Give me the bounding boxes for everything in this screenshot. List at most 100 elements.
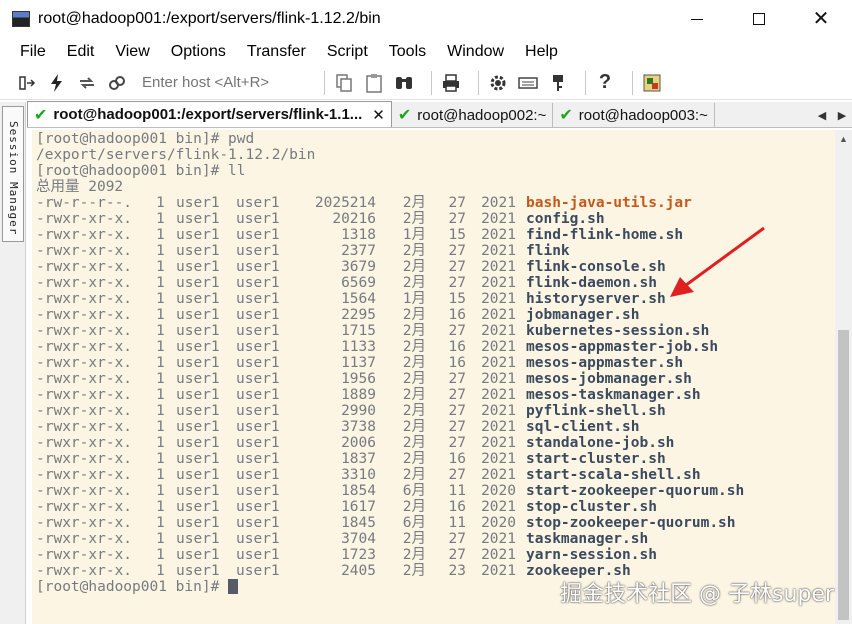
file-owner: user1 (176, 243, 220, 259)
scroll-thumb[interactable] (838, 330, 849, 620)
file-permissions: -rwxr-xr-x. (36, 259, 133, 275)
key-icon[interactable] (547, 72, 569, 94)
menu-edit[interactable]: Edit (67, 43, 95, 61)
tab-label: root@hadoop003:~ (578, 106, 708, 124)
file-group: user1 (236, 371, 280, 387)
file-permissions: -rwxr-xr-x. (36, 419, 133, 435)
file-day: 11 (448, 483, 466, 499)
menu-file[interactable]: File (20, 43, 46, 61)
copy-icon[interactable] (333, 72, 355, 94)
tab-close-icon[interactable]: ✕ (372, 106, 385, 124)
menu-help[interactable]: Help (525, 43, 558, 61)
file-permissions: -rwxr-xr-x. (36, 307, 133, 323)
find-icon[interactable] (393, 72, 415, 94)
file-year: 2021 (481, 339, 516, 355)
tab-hadoop001[interactable]: ✔ root@hadoop001:/export/servers/flink-1… (27, 101, 392, 127)
file-size: 20216 (332, 211, 376, 227)
menu-options[interactable]: Options (171, 43, 226, 61)
file-day: 11 (448, 515, 466, 531)
disconnect-icon[interactable] (106, 72, 128, 94)
file-name: flink-daemon.sh (526, 275, 657, 291)
file-owner: user1 (176, 371, 220, 387)
link-count: 1 (156, 291, 165, 307)
file-group: user1 (236, 435, 280, 451)
link-count: 1 (156, 483, 165, 499)
settings-gear-icon[interactable] (487, 72, 509, 94)
listing-row: -rwxr-xr-x. 1 user1 user1 3738 2月 27 2021 sql-cl… (36, 419, 835, 435)
file-size: 2006 (341, 435, 376, 451)
toolbar-separator (431, 70, 432, 95)
file-permissions: -rwxr-xr-x. (36, 563, 133, 579)
file-group: user1 (236, 547, 280, 563)
tab-navigation: ◀ ▶ (812, 103, 852, 127)
maximize-button[interactable] (728, 0, 790, 38)
menu-window[interactable]: Window (447, 43, 504, 61)
file-size: 3738 (341, 419, 376, 435)
print-icon[interactable] (440, 72, 462, 94)
file-day: 15 (448, 227, 466, 243)
file-permissions: -rwxr-xr-x. (36, 339, 133, 355)
minimize-button[interactable] (666, 0, 728, 38)
connect-icon[interactable] (16, 72, 38, 94)
keymap-icon[interactable] (517, 72, 539, 94)
file-group: user1 (236, 387, 280, 403)
tab-hadoop003[interactable]: ✔ root@hadoop003:~ (553, 103, 715, 127)
toolbar-separator (632, 70, 633, 95)
listing-row: -rwxr-xr-x. 1 user1 user1 1956 2月 27 2021 mesos-… (36, 371, 835, 387)
terminal-cursor (228, 579, 239, 594)
link-count: 1 (156, 435, 165, 451)
file-name: start-scala-shell.sh (526, 467, 701, 483)
enter-host-input[interactable] (136, 74, 316, 91)
file-month: 2月 (402, 307, 426, 323)
file-size: 1137 (341, 355, 376, 371)
link-count: 1 (156, 259, 165, 275)
tab-scroll-left-icon[interactable]: ◀ (812, 109, 832, 122)
file-owner: user1 (176, 419, 220, 435)
file-year: 2021 (481, 387, 516, 403)
close-window-button[interactable]: ✕ (790, 0, 852, 38)
file-day: 16 (448, 499, 466, 515)
connected-check-icon: ✔ (559, 107, 573, 124)
file-year: 2021 (481, 227, 516, 243)
file-size: 2295 (341, 307, 376, 323)
scroll-up-icon[interactable]: ▲ (839, 134, 848, 144)
help-icon[interactable]: ? (594, 71, 616, 94)
file-day: 27 (448, 259, 466, 275)
file-year: 2021 (481, 291, 516, 307)
file-group: user1 (236, 467, 280, 483)
file-group: user1 (236, 355, 280, 371)
close-icon: ✕ (812, 8, 830, 30)
link-count: 1 (156, 563, 165, 579)
file-month: 2月 (402, 323, 426, 339)
file-size: 2405 (341, 563, 376, 579)
file-size: 6569 (341, 275, 376, 291)
file-owner: user1 (176, 211, 220, 227)
file-size: 2377 (341, 243, 376, 259)
menu-tools[interactable]: Tools (389, 43, 426, 61)
securecrt-app-icon (12, 11, 30, 27)
file-name: standalone-job.sh (526, 435, 675, 451)
menu-view[interactable]: View (115, 43, 149, 61)
file-name: start-zookeeper-quorum.sh (526, 483, 745, 499)
listing-row: -rwxr-xr-x. 1 user1 user1 1617 2月 16 2021 stop-c… (36, 499, 835, 515)
tab-scroll-right-icon[interactable]: ▶ (832, 109, 852, 122)
file-owner: user1 (176, 355, 220, 371)
link-count: 1 (156, 451, 165, 467)
file-name: flink (526, 243, 570, 259)
tab-hadoop002[interactable]: ✔ root@hadoop002:~ (392, 103, 554, 127)
lightning-icon[interactable] (46, 72, 68, 94)
file-owner: user1 (176, 435, 220, 451)
sftp-icon[interactable] (641, 72, 663, 94)
terminal-scrollbar[interactable]: ▲ (835, 130, 852, 624)
link-count: 1 (156, 403, 165, 419)
terminal-output[interactable]: [root@hadoop001 bin]# pwd /export/server… (32, 130, 835, 624)
session-manager-tab[interactable]: Session Manager (2, 106, 24, 242)
file-owner: user1 (176, 451, 220, 467)
listing-row: -rwxr-xr-x. 1 user1 user1 3310 2月 27 2021 start-… (36, 467, 835, 483)
file-name: mesos-appmaster.sh (526, 355, 684, 371)
menu-transfer[interactable]: Transfer (247, 43, 306, 61)
paste-icon[interactable] (363, 72, 385, 94)
menu-script[interactable]: Script (327, 43, 368, 61)
terminal-line: 总用量 2092 (36, 179, 124, 195)
reconnect-icon[interactable] (76, 72, 98, 94)
